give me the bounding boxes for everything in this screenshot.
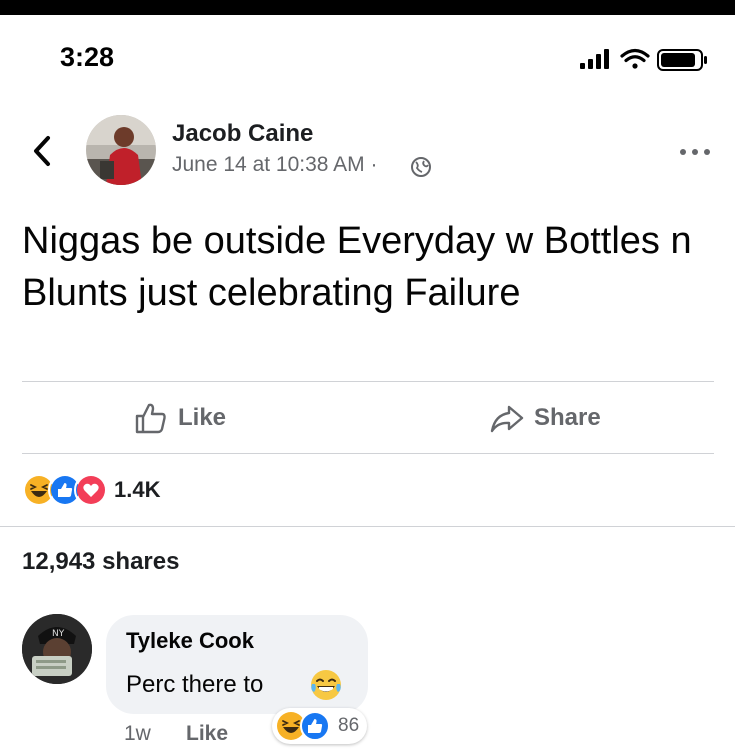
like-button[interactable]: Like bbox=[134, 393, 226, 443]
comment-reactions[interactable]: 86 bbox=[272, 708, 368, 744]
back-button[interactable] bbox=[30, 134, 54, 168]
more-dots-icon[interactable] bbox=[677, 139, 713, 165]
divider bbox=[22, 453, 714, 454]
status-icons bbox=[578, 45, 710, 75]
top-black-band bbox=[0, 0, 735, 15]
signal-icon bbox=[580, 49, 609, 69]
share-count[interactable]: 12,943 shares bbox=[22, 548, 179, 576]
wifi-icon bbox=[620, 48, 650, 69]
reaction-summary[interactable]: 1.4K bbox=[22, 473, 160, 507]
comment-author[interactable]: Tyleke Cook bbox=[126, 628, 254, 654]
commenter-avatar[interactable]: NY bbox=[22, 614, 92, 684]
comment-reaction-count: 86 bbox=[338, 715, 360, 736]
globe-icon bbox=[410, 156, 432, 178]
share-button[interactable]: Share bbox=[490, 393, 601, 443]
status-time: 3:28 bbox=[60, 42, 115, 72]
post-text: Niggas be outside Everyday w Bottles n B… bbox=[22, 220, 692, 314]
divider bbox=[22, 381, 714, 382]
share-arrow-icon bbox=[490, 405, 524, 433]
meta-separator: · bbox=[370, 153, 378, 176]
share-label: Share bbox=[534, 404, 601, 431]
like-label: Like bbox=[178, 404, 227, 431]
battery-icon bbox=[657, 49, 707, 71]
author-name[interactable]: Jacob Caine bbox=[172, 120, 313, 148]
author-avatar[interactable] bbox=[86, 115, 156, 185]
laughing-tears-emoji bbox=[309, 668, 343, 702]
like-icon bbox=[300, 711, 330, 741]
comment-timestamp: 1w bbox=[124, 722, 151, 745]
comment-text: Perc there to bbox=[126, 671, 264, 698]
divider bbox=[0, 526, 735, 527]
thumbs-up-icon bbox=[135, 403, 166, 434]
comment-like-button[interactable]: Like bbox=[186, 722, 228, 746]
chevron-left-icon bbox=[34, 136, 50, 166]
svg-text:NY: NY bbox=[52, 629, 65, 639]
post-meta: June 14 at 10:38 AM · bbox=[172, 153, 377, 177]
reaction-count: 1.4K bbox=[114, 477, 161, 502]
love-icon bbox=[74, 473, 108, 507]
post-date[interactable]: June 14 at 10:38 AM bbox=[172, 153, 365, 176]
